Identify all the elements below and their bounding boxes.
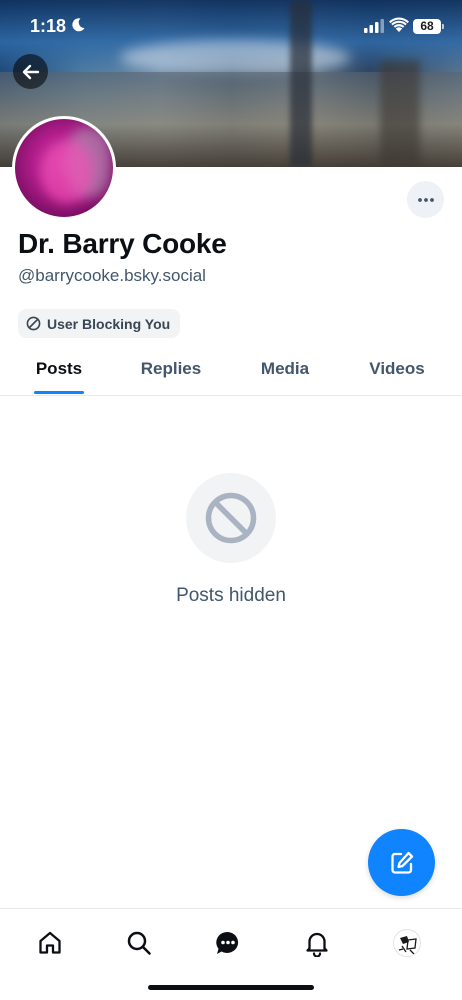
battery-icon: 68 xyxy=(413,19,444,34)
more-options-button[interactable] xyxy=(407,181,444,218)
avatar-sketch-icon xyxy=(398,936,417,955)
posts-hidden-message: Posts hidden xyxy=(176,585,286,606)
posts-hidden-icon-wrap xyxy=(186,473,276,563)
nav-chat[interactable] xyxy=(210,925,246,961)
status-bar: 1:18 68 xyxy=(0,0,462,54)
nav-notifications[interactable] xyxy=(299,925,335,961)
signal-icon xyxy=(364,19,384,33)
profile-avatar xyxy=(393,929,421,957)
back-button[interactable] xyxy=(13,54,48,89)
tab-videos[interactable]: Videos xyxy=(358,350,436,396)
block-icon xyxy=(205,492,257,544)
blocking-badge-label: User Blocking You xyxy=(47,315,171,332)
active-tab-indicator xyxy=(34,391,84,394)
banner-building xyxy=(380,60,420,167)
wifi-icon xyxy=(389,17,409,32)
compose-icon xyxy=(390,851,413,874)
search-icon xyxy=(127,931,151,955)
tab-media[interactable]: Media xyxy=(248,350,322,396)
tab-posts[interactable]: Posts xyxy=(22,350,96,396)
profile-tabs: Posts Replies Media Videos xyxy=(0,350,462,396)
nav-home[interactable] xyxy=(32,925,68,961)
compose-button[interactable] xyxy=(368,829,435,896)
tab-replies[interactable]: Replies xyxy=(130,350,212,396)
nav-search[interactable] xyxy=(121,925,157,961)
moon-icon xyxy=(72,18,85,32)
arrow-left-icon xyxy=(22,64,39,79)
status-time: 1:18 xyxy=(30,16,67,36)
nav-profile[interactable] xyxy=(389,925,425,961)
display-name: Dr. Barry Cooke xyxy=(18,228,227,259)
block-icon xyxy=(26,316,41,331)
bell-icon xyxy=(306,932,328,957)
home-indicator[interactable] xyxy=(148,985,314,990)
blocking-badge[interactable]: User Blocking You xyxy=(18,309,181,338)
profile-handle: @barrycooke.bsky.social xyxy=(18,266,206,285)
home-icon xyxy=(39,931,61,954)
ellipsis-icon xyxy=(417,197,434,202)
chat-icon xyxy=(216,931,239,954)
profile-avatar[interactable] xyxy=(12,116,116,220)
avatar-face xyxy=(41,141,93,203)
